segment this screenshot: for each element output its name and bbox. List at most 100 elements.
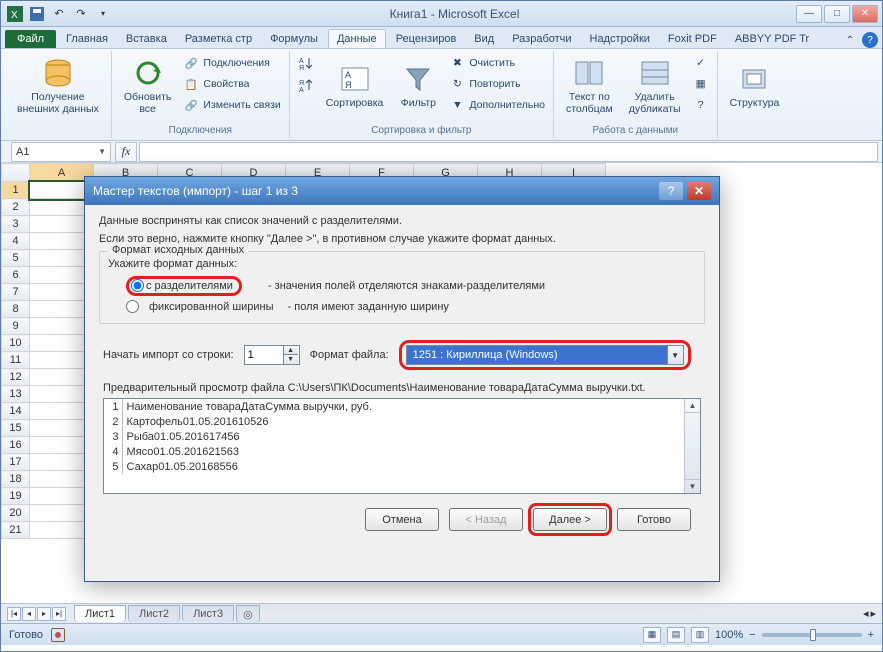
svg-text:Я: Я (299, 65, 304, 71)
data-validation-button[interactable]: ✓ (691, 53, 711, 73)
zoom-out-button[interactable]: − (749, 629, 755, 641)
dialog-title-bar[interactable]: Мастер текстов (импорт) - шаг 1 из 3 ? ✕ (85, 177, 719, 205)
highlight-file-format: 1251 : Кириллица (Windows) ▼ (399, 340, 691, 370)
scroll-down-icon[interactable]: ▼ (685, 479, 700, 493)
next-button[interactable]: Далее > (533, 508, 607, 531)
tab-addins[interactable]: Надстройки (582, 30, 658, 48)
radio-fixed-label[interactable]: фиксированной ширины (149, 301, 274, 313)
whatif-icon: ? (693, 97, 709, 113)
svg-text:А: А (299, 87, 304, 93)
sheet-tab-active[interactable]: Лист1 (74, 605, 126, 622)
text-to-columns-button[interactable]: Текст по столбцам (560, 53, 619, 119)
tab-file[interactable]: Файл (5, 30, 56, 48)
tab-home[interactable]: Главная (58, 30, 116, 48)
sheet-tabs: |◂ ◂ ▸ ▸| Лист1 Лист2 Лист3 ◎ ◂ ▸ (1, 603, 882, 623)
button-label: Удалить дубликаты (629, 91, 681, 115)
edit-links-button[interactable]: 🔗Изменить связи (181, 95, 282, 115)
save-icon[interactable] (27, 4, 47, 24)
radio-delimited-label[interactable]: с разделителями (146, 280, 233, 292)
help-icon[interactable]: ? (862, 32, 878, 48)
radio-delimited[interactable] (131, 279, 144, 292)
filter-button[interactable]: Фильтр (393, 53, 443, 119)
dialog-help-button[interactable]: ? (659, 182, 683, 200)
svg-text:Я: Я (345, 80, 352, 90)
consolidate-button[interactable]: ▦ (691, 74, 711, 94)
page-layout-view-button[interactable]: ▤ (667, 627, 685, 643)
reapply-icon: ↻ (449, 76, 465, 92)
back-button[interactable]: < Назад (449, 508, 523, 531)
chevron-down-icon[interactable]: ▼ (98, 147, 106, 156)
svg-text:X: X (11, 10, 18, 21)
scroll-up-icon[interactable]: ▲ (685, 399, 700, 413)
refresh-all-button[interactable]: Обновить все (118, 53, 178, 119)
tab-page-layout[interactable]: Разметка стр (177, 30, 260, 48)
close-window-button[interactable]: ✕ (852, 5, 878, 23)
whatif-button[interactable]: ? (691, 95, 711, 115)
last-sheet-button[interactable]: ▸| (52, 607, 66, 621)
start-row-input[interactable] (245, 349, 283, 361)
tab-view[interactable]: Вид (466, 30, 502, 48)
preview-scrollbar[interactable]: ▲ ▼ (684, 399, 700, 493)
fx-button[interactable]: fx (115, 142, 137, 162)
zoom-slider[interactable] (762, 633, 862, 637)
tab-formulas[interactable]: Формулы (262, 30, 326, 48)
sort-desc-button[interactable]: ЯА (296, 75, 316, 95)
status-bar: Готово ▦ ▤ ▥ 100% − + (1, 623, 882, 645)
outline-button[interactable]: Структура (724, 53, 786, 119)
redo-icon[interactable]: ↷ (71, 4, 91, 24)
get-external-data-button[interactable]: Получение внешних данных (11, 53, 105, 119)
tab-data[interactable]: Данные (328, 29, 386, 48)
import-start-row: Начать импорт со строки: ▲▼ Формат файла… (103, 340, 705, 370)
start-row-spinner[interactable]: ▲▼ (244, 345, 300, 365)
finish-button[interactable]: Готово (617, 508, 691, 531)
maximize-button[interactable]: □ (824, 5, 850, 23)
undo-icon[interactable]: ↶ (49, 4, 69, 24)
prev-sheet-button[interactable]: ◂ (22, 607, 36, 621)
chevron-down-icon[interactable]: ▼ (667, 346, 683, 364)
tab-abbyy[interactable]: ABBYY PDF Tr (727, 30, 817, 48)
sheet-tab[interactable]: Лист2 (128, 605, 180, 622)
first-sheet-button[interactable]: |◂ (7, 607, 21, 621)
radio-fixed[interactable] (126, 300, 139, 313)
formula-input[interactable] (139, 142, 878, 162)
qat-dropdown-icon[interactable]: ▾ (93, 4, 113, 24)
zoom-level[interactable]: 100% (715, 629, 743, 641)
zoom-thumb[interactable] (810, 629, 816, 641)
name-box[interactable]: A1▼ (11, 142, 111, 162)
advanced-filter-button[interactable]: ▼Дополнительно (447, 95, 547, 115)
hscroll-left-icon[interactable]: ◂ (863, 607, 869, 620)
reapply-filter-button[interactable]: ↻Повторить (447, 74, 547, 94)
radio-fixed-row: фиксированной ширины - поля имеют заданн… (126, 298, 696, 315)
remove-duplicates-button[interactable]: Удалить дубликаты (623, 53, 687, 119)
svg-text:А: А (299, 58, 304, 65)
format-prompt: Укажите формат данных: (108, 258, 696, 270)
sheet-tab[interactable]: Лист3 (182, 605, 234, 622)
normal-view-button[interactable]: ▦ (643, 627, 661, 643)
tab-developer[interactable]: Разработчи (504, 30, 579, 48)
cancel-button[interactable]: Отмена (365, 508, 439, 531)
properties-button[interactable]: 📋Свойства (181, 74, 282, 94)
connections-button[interactable]: 🔗Подключения (181, 53, 282, 73)
link-icon: 🔗 (183, 55, 199, 71)
sort-asc-button[interactable]: АЯ (296, 53, 316, 73)
spin-down-icon[interactable]: ▼ (284, 355, 298, 364)
new-sheet-button[interactable]: ◎ (236, 605, 260, 623)
minimize-ribbon-icon[interactable]: ⌃ (842, 32, 858, 48)
hscroll-right-icon[interactable]: ▸ (870, 607, 876, 620)
zoom-in-button[interactable]: + (868, 629, 874, 641)
filter-icon (402, 63, 434, 95)
macro-record-icon[interactable] (51, 628, 65, 642)
tab-foxit[interactable]: Foxit PDF (660, 30, 725, 48)
minimize-button[interactable]: — (796, 5, 822, 23)
file-format-combo[interactable]: 1251 : Кириллица (Windows) ▼ (406, 345, 684, 365)
dialog-close-button[interactable]: ✕ (687, 182, 711, 200)
next-sheet-button[interactable]: ▸ (37, 607, 51, 621)
button-label: Структура (730, 97, 780, 109)
spin-up-icon[interactable]: ▲ (284, 346, 298, 355)
tab-review[interactable]: Рецензиров (388, 30, 465, 48)
clear-filter-button[interactable]: ✖Очистить (447, 53, 547, 73)
svg-text:Я: Я (299, 80, 304, 87)
sort-button[interactable]: АЯ Сортировка (320, 53, 390, 119)
page-break-view-button[interactable]: ▥ (691, 627, 709, 643)
tab-insert[interactable]: Вставка (118, 30, 175, 48)
